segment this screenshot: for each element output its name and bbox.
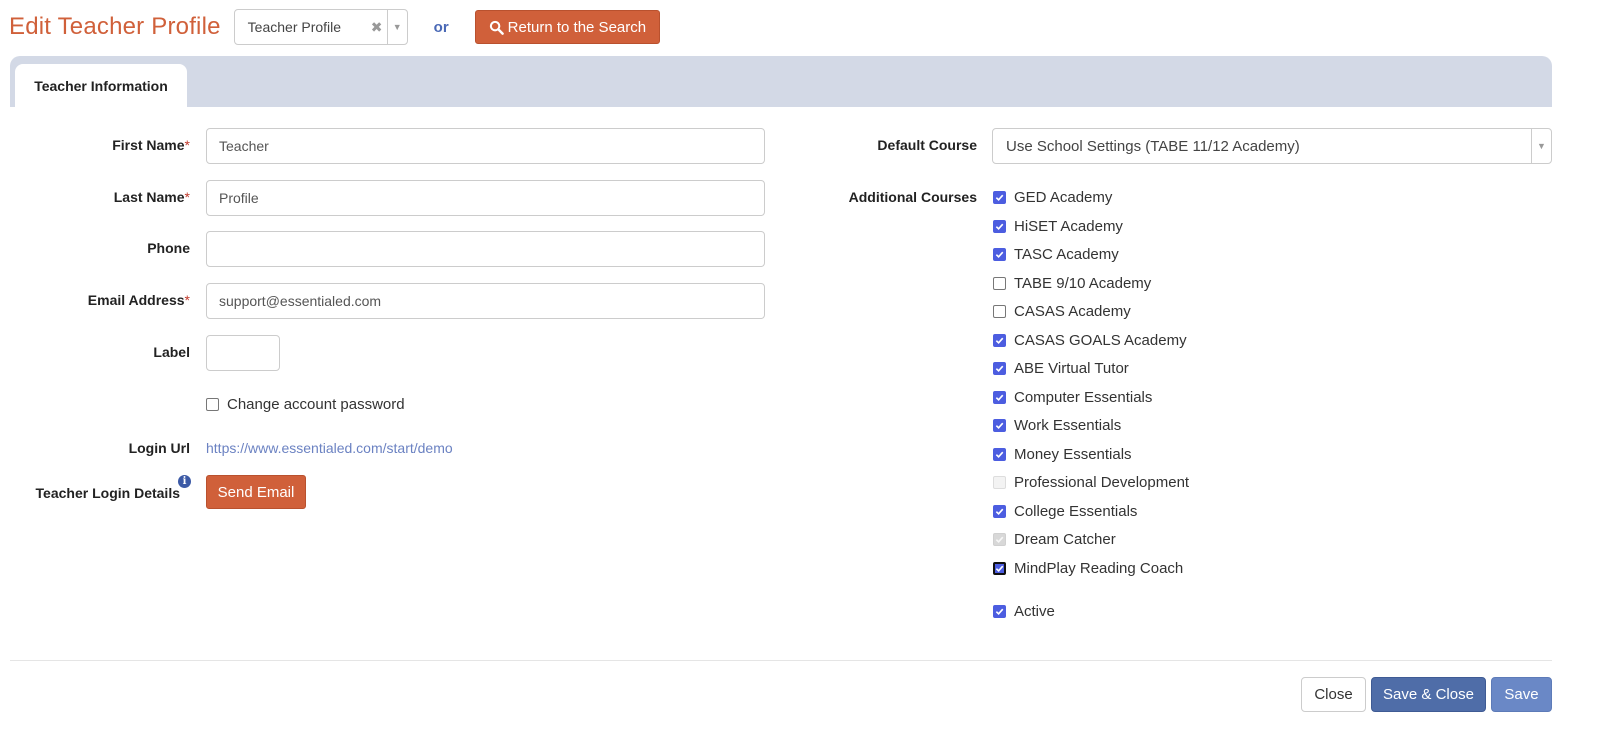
tab-teacher-information[interactable]: Teacher Information [15,64,187,107]
course-checkbox-row[interactable]: TASC Academy [992,246,1119,263]
or-text: or [433,18,449,36]
active-checkbox-row[interactable]: Active [992,603,1055,620]
course-checkbox-row[interactable]: ABE Virtual Tutor [992,360,1129,377]
course-checkbox-row[interactable]: Work Essentials [992,417,1121,434]
info-icon[interactable]: i [178,475,191,488]
course-checkbox-row[interactable]: Dream Catcher [992,531,1116,548]
course-checkbox-row[interactable]: MindPlay Reading Coach [992,560,1183,577]
active-checkbox[interactable] [993,605,1006,618]
default-course-label: Default Course [877,137,977,153]
chevron-down-icon[interactable]: ▼ [1531,128,1551,164]
course-label: CASAS GOALS Academy [1014,331,1187,349]
footer-divider [10,660,1552,661]
course-label: Dream Catcher [1014,531,1116,548]
course-checkbox[interactable] [993,305,1006,318]
first-name-label: First Name* [112,137,190,153]
search-icon [489,20,504,35]
course-checkbox[interactable] [993,390,1006,404]
login-url-link[interactable]: https://www.essentialed.com/start/demo [206,440,453,456]
course-label: Computer Essentials [1014,388,1153,406]
course-checkbox-row[interactable]: Computer Essentials [992,389,1152,406]
course-checkbox[interactable] [993,248,1006,261]
close-button[interactable]: Close [1301,677,1366,712]
course-label: Work Essentials [1014,417,1122,434]
course-checkbox-row[interactable]: CASAS GOALS Academy [992,332,1187,349]
tab-bar: Teacher Information [10,56,1552,107]
login-url-label: Login Url [128,440,190,456]
course-label: CASAS Academy [1014,303,1131,320]
course-checkbox-row[interactable]: Professional Development [992,474,1189,491]
profile-select[interactable]: Teacher Profile ✖ ▼ [233,9,408,45]
course-checkbox-row[interactable]: Money Essentials [992,446,1132,463]
page-header: Edit Teacher Profile Teacher Profile ✖ ▼… [9,9,661,45]
course-label: ABE Virtual Tutor [1014,360,1129,377]
send-email-button[interactable]: Send Email [206,475,306,509]
course-label: GED Academy [1014,189,1113,206]
email-input[interactable]: support@essentialed.com [206,283,765,319]
course-label: College Essentials [1014,502,1138,520]
course-checkbox[interactable] [993,276,1006,290]
course-checkbox[interactable] [993,219,1006,233]
course-label: Professional Development [1014,474,1190,491]
course-checkbox-row[interactable]: GED Academy [992,189,1112,206]
change-password-label: Change account password [227,396,405,413]
course-checkbox[interactable] [993,504,1006,518]
change-password-checkbox[interactable] [206,398,219,411]
default-course-value: Use School Settings (TABE 11/12 Academy) [1006,137,1300,155]
save-and-close-button[interactable]: Save & Close [1371,677,1486,712]
course-checkbox-row[interactable]: TABE 9/10 Academy [992,275,1151,292]
last-name-label: Last Name* [113,189,190,205]
label-input[interactable] [206,335,280,371]
change-password-checkbox-row[interactable]: Change account password [206,396,405,413]
active-label: Active [1014,603,1055,620]
clear-icon[interactable]: ✖ [367,19,387,36]
default-course-select[interactable]: Use School Settings (TABE 11/12 Academy)… [992,128,1552,164]
save-button[interactable]: Save [1491,677,1552,712]
email-label: Email Address* [87,292,190,308]
course-checkbox-row[interactable]: HiSET Academy [992,218,1123,235]
page-title: Edit Teacher Profile [9,13,221,40]
course-checkbox-row[interactable]: CASAS Academy [992,303,1131,320]
chevron-down-icon[interactable]: ▼ [386,9,407,45]
profile-select-value: Teacher Profile [247,19,342,35]
first-name-input[interactable]: Teacher [206,128,765,164]
course-label: MindPlay Reading Coach [1014,559,1184,577]
course-checkbox[interactable] [993,561,1006,575]
phone-label: Phone [147,240,190,256]
course-checkbox[interactable] [993,191,1006,204]
teacher-login-details-label: Teacher Login Details [35,485,180,501]
course-checkbox [993,476,1006,489]
additional-courses-label: Additional Courses [848,189,977,205]
last-name-input[interactable]: Profile [206,180,765,216]
course-label: TABE 9/10 Academy [1014,274,1152,292]
phone-input[interactable] [206,231,765,267]
course-checkbox[interactable] [993,362,1006,375]
course-checkbox[interactable] [993,447,1006,461]
return-to-search-label: Return to the Search [507,18,647,36]
course-checkbox-row[interactable]: College Essentials [992,503,1137,520]
course-label: Money Essentials [1014,445,1132,463]
course-checkbox [993,533,1006,546]
return-to-search-button[interactable]: Return to the Search [474,10,661,44]
course-checkbox[interactable] [993,333,1006,347]
course-label: TASC Academy [1014,246,1119,263]
course-checkbox[interactable] [993,419,1006,432]
label-field-label: Label [153,344,190,360]
course-label: HiSET Academy [1014,217,1123,235]
